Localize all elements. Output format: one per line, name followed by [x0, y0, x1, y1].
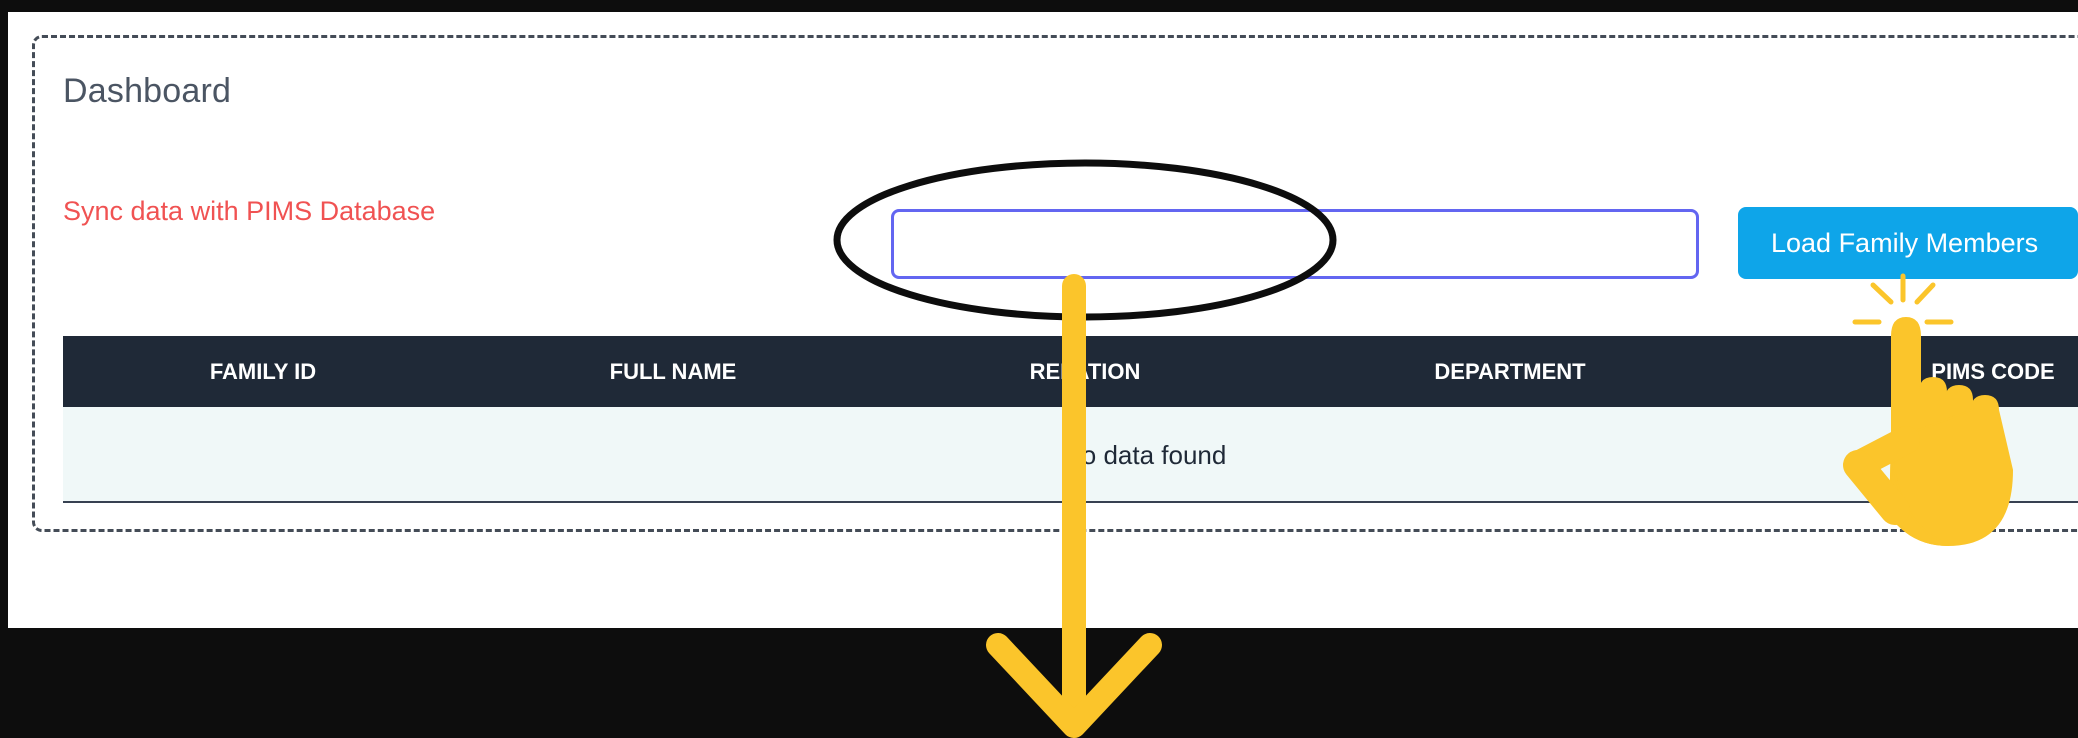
- empty-state-text: No data found: [1063, 440, 1227, 470]
- column-header-pims-code[interactable]: PIMS CODE: [1893, 336, 2078, 407]
- load-family-members-button[interactable]: Load Family Members: [1738, 207, 2078, 279]
- app-screen: Dashboard Sync data with PIMS Database L…: [8, 12, 2078, 628]
- family-table: FAMILY ID FULL NAME RELATION DEPARTMENT …: [63, 336, 2078, 503]
- table-row-empty: No data found: [63, 407, 2078, 503]
- search-input[interactable]: [891, 209, 1699, 279]
- page-title: Dashboard: [63, 72, 232, 110]
- sync-pims-link[interactable]: Sync data with PIMS Database: [63, 196, 435, 227]
- column-header-department[interactable]: DEPARTMENT: [1380, 336, 1640, 407]
- column-header-relation[interactable]: RELATION: [975, 336, 1195, 407]
- column-header-full-name[interactable]: FULL NAME: [563, 336, 783, 407]
- table-header: FAMILY ID FULL NAME RELATION DEPARTMENT …: [63, 336, 2078, 407]
- column-header-family-id[interactable]: FAMILY ID: [153, 336, 373, 407]
